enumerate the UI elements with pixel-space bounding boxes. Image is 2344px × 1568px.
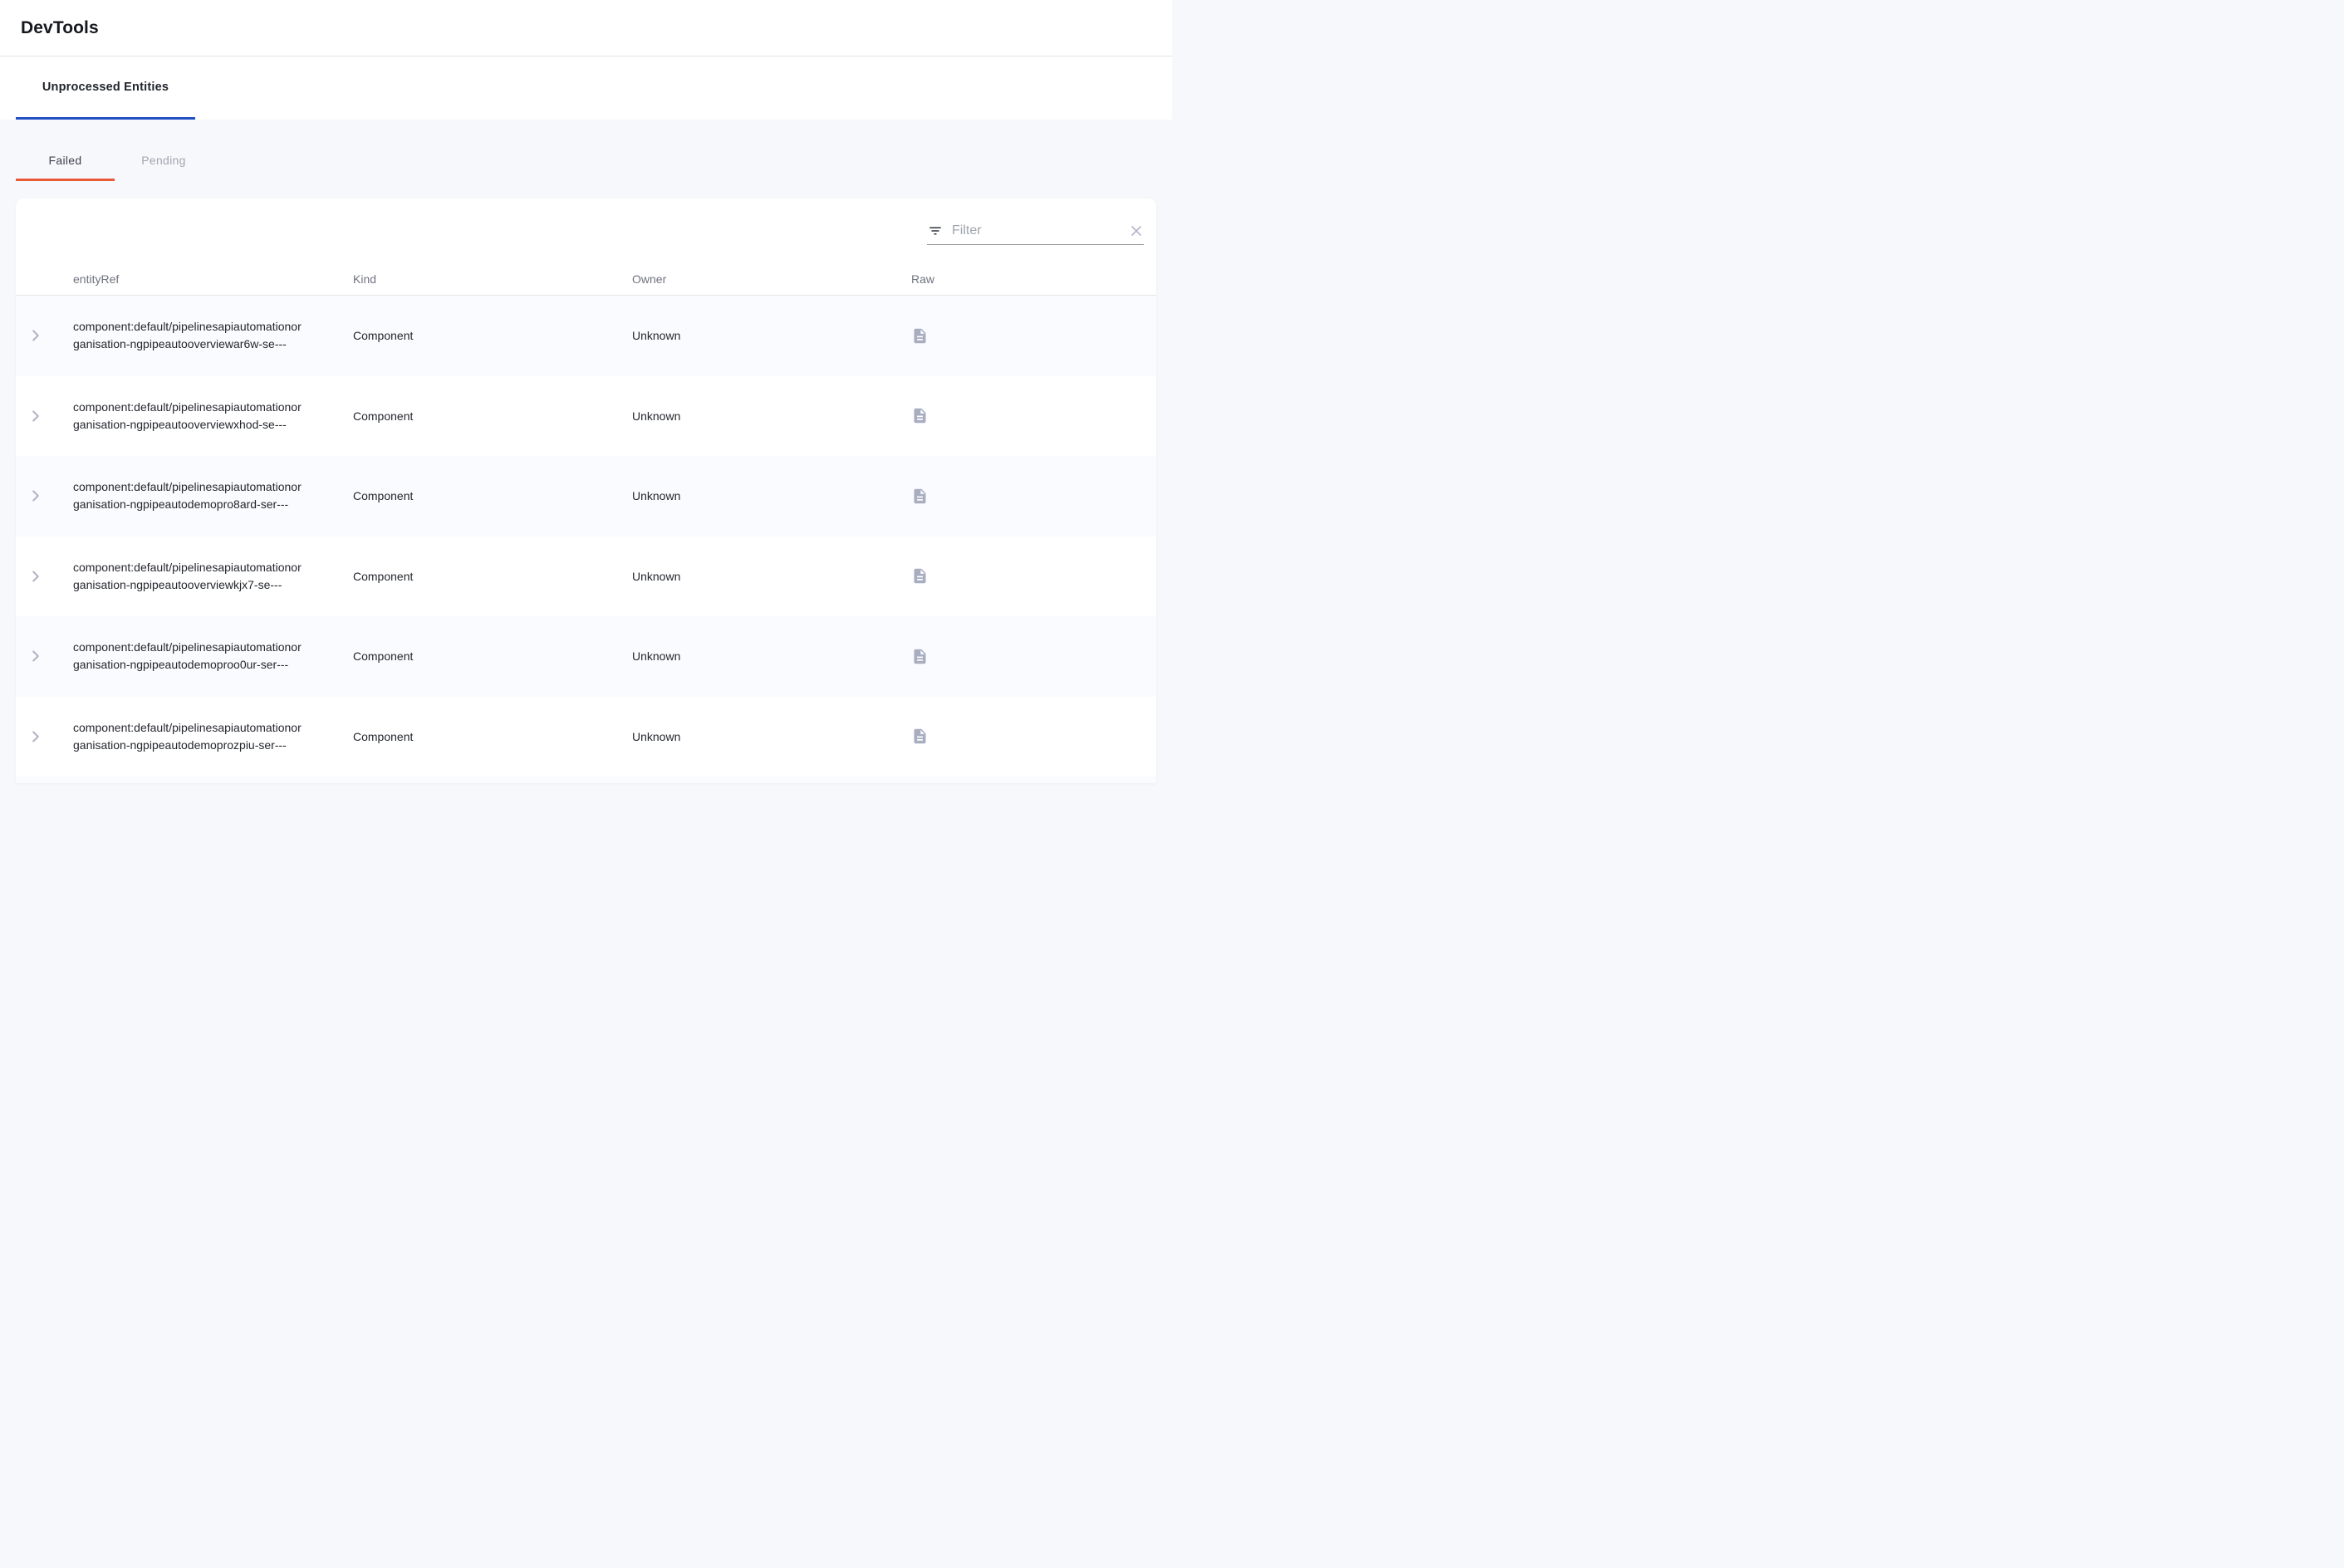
- entityref-cell: component:default/pipelinesapiautomation…: [73, 478, 353, 513]
- chevron-right-icon[interactable]: [25, 325, 47, 346]
- table-row: component:default/pipelinesapiautomation…: [16, 697, 1156, 777]
- document-icon[interactable]: [911, 567, 929, 585]
- owner-cell: Unknown: [632, 570, 911, 583]
- chevron-right-icon[interactable]: [25, 566, 47, 587]
- chevron-right-icon[interactable]: [25, 405, 47, 427]
- kind-cell: Component: [353, 730, 632, 743]
- page-title: DevTools: [21, 18, 99, 38]
- table-row: component:default/pipelinesapiautomation…: [16, 456, 1156, 537]
- column-header-raw: Raw: [911, 272, 1156, 286]
- table-row: component:default/pipelinesapiautomation…: [16, 376, 1156, 457]
- entityref-cell: component:default/pipelinesapiautomation…: [73, 719, 353, 754]
- tab-failed[interactable]: Failed: [16, 141, 115, 181]
- table-body: component:default/pipelinesapiautomation…: [16, 296, 1156, 783]
- entityref-cell: component:default/pipelinesapiautomation…: [73, 639, 353, 674]
- app-header: DevTools: [0, 0, 1172, 56]
- entityref-cell: component:default/pipelinesapiautomation…: [73, 318, 353, 353]
- owner-cell: Unknown: [632, 329, 911, 342]
- column-header-kind: Kind: [353, 272, 632, 286]
- kind-cell: Component: [353, 649, 632, 663]
- document-icon[interactable]: [911, 648, 929, 665]
- kind-cell: Component: [353, 329, 632, 342]
- unprocessed-entities-card: entityRef Kind Owner Raw component:defau…: [16, 198, 1156, 783]
- primary-tab-bar: Unprocessed Entities: [0, 56, 1172, 120]
- filter-row: [16, 198, 1156, 245]
- kind-cell: Component: [353, 489, 632, 502]
- clear-icon[interactable]: [1130, 225, 1142, 237]
- chevron-right-icon[interactable]: [25, 726, 47, 747]
- entityref-cell: component:default/pipelinesapiautomation…: [73, 399, 353, 434]
- document-icon[interactable]: [911, 327, 929, 345]
- document-icon[interactable]: [911, 488, 929, 505]
- owner-cell: Unknown: [632, 409, 911, 423]
- filter-list-icon: [928, 223, 943, 238]
- secondary-tab-bar: Failed Pending: [16, 120, 1172, 181]
- tab-unprocessed-entities[interactable]: Unprocessed Entities: [16, 56, 195, 120]
- owner-cell: Unknown: [632, 489, 911, 502]
- document-icon[interactable]: [911, 728, 929, 745]
- table-row: component:default/pipelinesapiautomation…: [16, 537, 1156, 617]
- entityref-cell: component:default/pipelinesapiautomation…: [73, 559, 353, 594]
- kind-cell: Component: [353, 570, 632, 583]
- table-row: component:default/pipelinesapiautomation…: [16, 296, 1156, 376]
- owner-cell: Unknown: [632, 730, 911, 743]
- table-row: component:default/pipelinesapiautomation…: [16, 616, 1156, 697]
- chevron-right-icon[interactable]: [25, 485, 47, 507]
- column-header-entityref: entityRef: [73, 272, 353, 286]
- filter-input[interactable]: [952, 223, 1121, 238]
- chevron-right-icon[interactable]: [25, 645, 47, 667]
- filter-field: [927, 223, 1144, 245]
- document-icon[interactable]: [911, 407, 929, 424]
- tab-pending[interactable]: Pending: [115, 141, 213, 181]
- owner-cell: Unknown: [632, 649, 911, 663]
- column-header-owner: Owner: [632, 272, 911, 286]
- table-row-partial: [16, 777, 1156, 783]
- kind-cell: Component: [353, 409, 632, 423]
- table-header-row: entityRef Kind Owner Raw: [16, 245, 1156, 296]
